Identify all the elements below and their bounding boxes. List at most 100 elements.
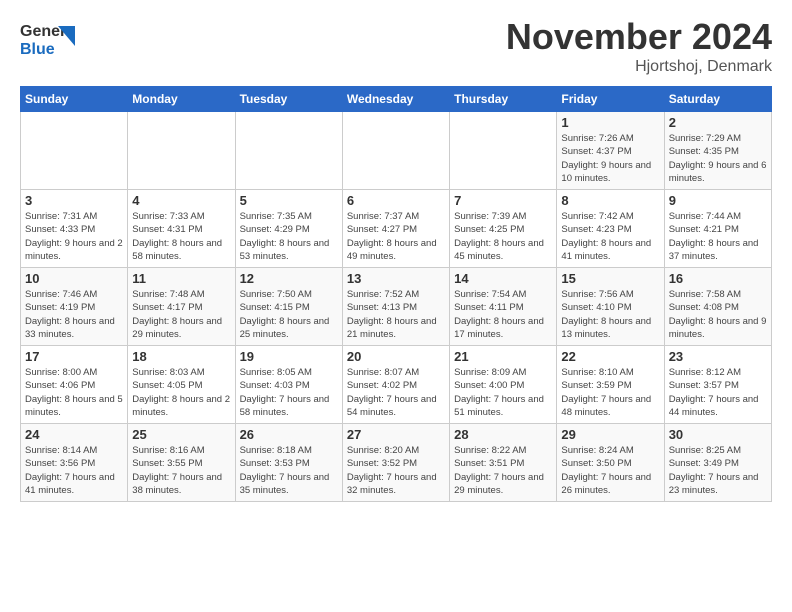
day-number: 22 [561,349,659,364]
day-info: Sunrise: 8:16 AMSunset: 3:55 PMDaylight:… [132,445,222,496]
calendar-cell: 7 Sunrise: 7:39 AMSunset: 4:25 PMDaylight… [450,190,557,268]
logo: General Blue [20,16,75,61]
day-number: 11 [132,271,230,286]
col-wednesday: Wednesday [342,87,449,112]
location: Hjortshoj, Denmark [506,58,772,76]
day-info: Sunrise: 8:10 AMSunset: 3:59 PMDaylight:… [561,367,651,418]
calendar-cell: 21 Sunrise: 8:09 AMSunset: 4:00 PMDayligh… [450,346,557,424]
calendar-week-row: 1 Sunrise: 7:26 AMSunset: 4:37 PMDaylight… [21,112,772,190]
day-info: Sunrise: 7:58 AMSunset: 4:08 PMDaylight:… [669,289,767,340]
calendar-cell: 5 Sunrise: 7:35 AMSunset: 4:29 PMDaylight… [235,190,342,268]
day-info: Sunrise: 8:07 AMSunset: 4:02 PMDaylight:… [347,367,437,418]
day-number: 18 [132,349,230,364]
day-number: 10 [25,271,123,286]
day-number: 20 [347,349,445,364]
day-info: Sunrise: 7:52 AMSunset: 4:13 PMDaylight:… [347,289,437,340]
calendar-cell: 11 Sunrise: 7:48 AMSunset: 4:17 PMDayligh… [128,268,235,346]
calendar-cell: 16 Sunrise: 7:58 AMSunset: 4:08 PMDayligh… [664,268,771,346]
day-number: 29 [561,427,659,442]
day-number: 8 [561,193,659,208]
day-number: 30 [669,427,767,442]
day-number: 5 [240,193,338,208]
day-number: 9 [669,193,767,208]
title-area: November 2024 Hjortshoj, Denmark [506,16,772,76]
calendar-cell: 4 Sunrise: 7:33 AMSunset: 4:31 PMDaylight… [128,190,235,268]
day-info: Sunrise: 8:22 AMSunset: 3:51 PMDaylight:… [454,445,544,496]
day-number: 21 [454,349,552,364]
day-info: Sunrise: 8:18 AMSunset: 3:53 PMDaylight:… [240,445,330,496]
day-info: Sunrise: 8:24 AMSunset: 3:50 PMDaylight:… [561,445,651,496]
day-info: Sunrise: 7:46 AMSunset: 4:19 PMDaylight:… [25,289,115,340]
header: General Blue November 2024 Hjortshoj, De… [20,16,772,76]
day-number: 27 [347,427,445,442]
day-info: Sunrise: 7:31 AMSunset: 4:33 PMDaylight:… [25,211,123,262]
calendar-cell: 17Sunrise: 8:00 AMSunset: 4:06 PMDayligh… [21,346,128,424]
calendar-cell: 8Sunrise: 7:42 AMSunset: 4:23 PMDaylight… [557,190,664,268]
calendar-cell: 13 Sunrise: 7:52 AMSunset: 4:13 PMDayligh… [342,268,449,346]
day-number: 3 [25,193,123,208]
day-info: Sunrise: 7:33 AMSunset: 4:31 PMDaylight:… [132,211,222,262]
day-number: 4 [132,193,230,208]
calendar-cell: 20 Sunrise: 8:07 AMSunset: 4:02 PMDayligh… [342,346,449,424]
month-title: November 2024 [506,16,772,58]
calendar-week-row: 17Sunrise: 8:00 AMSunset: 4:06 PMDayligh… [21,346,772,424]
day-number: 15 [561,271,659,286]
calendar-table: Sunday Monday Tuesday Wednesday Thursday… [20,86,772,502]
day-number: 26 [240,427,338,442]
day-info: Sunrise: 8:03 AMSunset: 4:05 PMDaylight:… [132,367,230,418]
day-info: Sunrise: 8:05 AMSunset: 4:03 PMDaylight:… [240,367,330,418]
svg-text:Blue: Blue [20,41,55,58]
day-info: Sunrise: 7:39 AMSunset: 4:25 PMDaylight:… [454,211,544,262]
day-number: 16 [669,271,767,286]
calendar-cell: 14 Sunrise: 7:54 AMSunset: 4:11 PMDayligh… [450,268,557,346]
calendar-cell: 19Sunrise: 8:05 AMSunset: 4:03 PMDayligh… [235,346,342,424]
day-info: Sunrise: 7:35 AMSunset: 4:29 PMDaylight:… [240,211,330,262]
day-info: Sunrise: 8:25 AMSunset: 3:49 PMDaylight:… [669,445,759,496]
calendar-cell: 15 Sunrise: 7:56 AMSunset: 4:10 PMDayligh… [557,268,664,346]
calendar-cell: 30 Sunrise: 8:25 AMSunset: 3:49 PMDayligh… [664,424,771,502]
page-container: General Blue November 2024 Hjortshoj, De… [0,0,792,512]
day-number: 12 [240,271,338,286]
day-info: Sunrise: 7:54 AMSunset: 4:11 PMDaylight:… [454,289,544,340]
day-info: Sunrise: 7:48 AMSunset: 4:17 PMDaylight:… [132,289,222,340]
day-info: Sunrise: 7:56 AMSunset: 4:10 PMDaylight:… [561,289,651,340]
day-info: Sunrise: 8:00 AMSunset: 4:06 PMDaylight:… [25,367,123,418]
day-number: 13 [347,271,445,286]
calendar-cell: 9 Sunrise: 7:44 AMSunset: 4:21 PMDaylight… [664,190,771,268]
calendar-cell [235,112,342,190]
calendar-cell: 1 Sunrise: 7:26 AMSunset: 4:37 PMDaylight… [557,112,664,190]
col-tuesday: Tuesday [235,87,342,112]
calendar-cell [21,112,128,190]
day-number: 2 [669,115,767,130]
calendar-cell: 28 Sunrise: 8:22 AMSunset: 3:51 PMDayligh… [450,424,557,502]
day-info: Sunrise: 8:14 AMSunset: 3:56 PMDaylight:… [25,445,115,496]
day-info: Sunrise: 7:37 AMSunset: 4:27 PMDaylight:… [347,211,437,262]
calendar-cell: 18 Sunrise: 8:03 AMSunset: 4:05 PMDayligh… [128,346,235,424]
day-number: 7 [454,193,552,208]
calendar-cell: 10 Sunrise: 7:46 AMSunset: 4:19 PMDayligh… [21,268,128,346]
day-number: 28 [454,427,552,442]
day-number: 24 [25,427,123,442]
calendar-cell: 22 Sunrise: 8:10 AMSunset: 3:59 PMDayligh… [557,346,664,424]
day-info: Sunrise: 7:26 AMSunset: 4:37 PMDaylight:… [561,133,651,184]
calendar-week-row: 24 Sunrise: 8:14 AMSunset: 3:56 PMDayligh… [21,424,772,502]
calendar-cell: 3 Sunrise: 7:31 AMSunset: 4:33 PMDaylight… [21,190,128,268]
calendar-cell: 6Sunrise: 7:37 AMSunset: 4:27 PMDaylight… [342,190,449,268]
calendar-cell: 27Sunrise: 8:20 AMSunset: 3:52 PMDayligh… [342,424,449,502]
calendar-cell: 2Sunrise: 7:29 AMSunset: 4:35 PMDaylight… [664,112,771,190]
calendar-week-row: 3 Sunrise: 7:31 AMSunset: 4:33 PMDaylight… [21,190,772,268]
col-friday: Friday [557,87,664,112]
day-info: Sunrise: 7:44 AMSunset: 4:21 PMDaylight:… [669,211,759,262]
day-number: 14 [454,271,552,286]
col-sunday: Sunday [21,87,128,112]
calendar-cell: 29 Sunrise: 8:24 AMSunset: 3:50 PMDayligh… [557,424,664,502]
calendar-cell: 12Sunrise: 7:50 AMSunset: 4:15 PMDayligh… [235,268,342,346]
calendar-cell [342,112,449,190]
col-saturday: Saturday [664,87,771,112]
calendar-week-row: 10 Sunrise: 7:46 AMSunset: 4:19 PMDayligh… [21,268,772,346]
day-info: Sunrise: 8:09 AMSunset: 4:00 PMDaylight:… [454,367,544,418]
col-thursday: Thursday [450,87,557,112]
calendar-cell [128,112,235,190]
day-number: 1 [561,115,659,130]
day-number: 23 [669,349,767,364]
